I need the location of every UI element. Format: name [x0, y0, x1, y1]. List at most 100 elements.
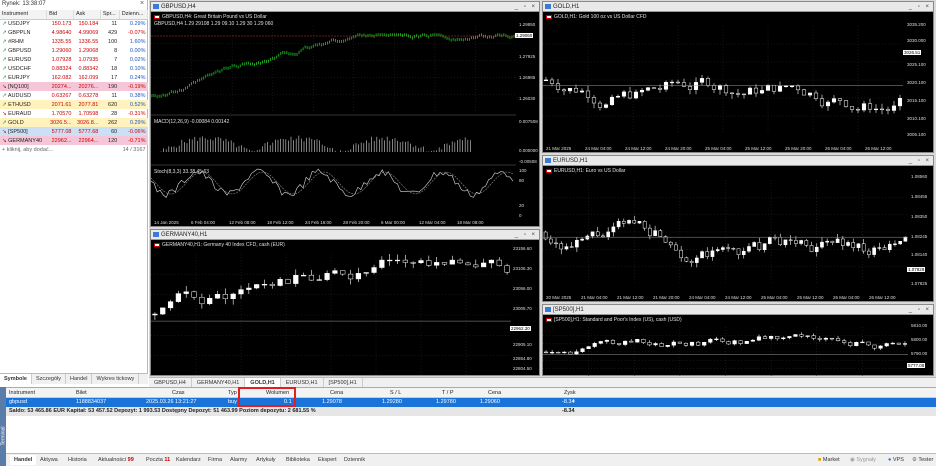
column-header-daily[interactable]: Dzienn...	[119, 10, 149, 20]
market-watch-row[interactable]: ↗ USDJPY 150.173 150.184 11 0.29%	[0, 19, 148, 28]
column-header-sl[interactable]: S / L	[390, 390, 401, 396]
window-buttons[interactable]: _ ▫ ×	[909, 305, 931, 315]
market-watch-row[interactable]: ↘ EURAUD 1.70570 1.70598 28 -0.31%	[0, 109, 148, 118]
tab-biblioteka[interactable]: Biblioteka	[282, 455, 314, 465]
column-header-current-price[interactable]: Cena	[488, 390, 501, 396]
chart-window-germany40[interactable]: GERMANY40,H1 _ ▫ × GERMANY40,H1: Germany …	[150, 229, 540, 376]
candle-body	[820, 241, 824, 248]
bid-price: 1.70570	[51, 110, 72, 117]
market-watch-row[interactable]: ↗ ETHUSD 2071.61 2077.81 620 0.52%	[0, 100, 148, 109]
chart-title-bar[interactable]: EURUSD,H1 _ ▫ ×	[543, 156, 933, 166]
gbpusd-plot[interactable]	[151, 12, 516, 217]
close-icon[interactable]: ×	[140, 0, 144, 7]
candle-body	[849, 106, 855, 110]
candle-body	[222, 294, 228, 299]
daily-change: 0.52%	[119, 100, 148, 109]
chart-window-sp500[interactable]: [SP500],H1 _ ▫ × [SP500],H1: Standard and…	[542, 304, 934, 377]
market-watch-row[interactable]: ↗ #RHM 1335.55 1336.55 100 1.60%	[0, 37, 148, 46]
market-watch-row[interactable]: ↘ GERMANY40 22962... 22964... 120 -0.71%	[0, 136, 148, 145]
tab-handel[interactable]: Handel	[66, 374, 93, 384]
vps-button[interactable]: ● VPS	[888, 457, 904, 463]
column-header-instrument[interactable]: Instrument	[9, 390, 35, 396]
chart-window-gold[interactable]: GOLD,H1 _ ▫ × GOLD,H1: Gold 100 oz vs US …	[542, 1, 934, 153]
eurusd-plot[interactable]	[543, 166, 908, 291]
tab-symbole[interactable]: Symbole	[0, 374, 32, 384]
chart-title-bar[interactable]: [SP500],H1 _ ▫ ×	[543, 305, 933, 315]
sp500-plot[interactable]	[543, 315, 908, 377]
tab-chart-gbpusd[interactable]: GBPUSD,H4	[149, 378, 192, 387]
bid-price: 2071.61	[46, 100, 74, 109]
candle-body	[835, 338, 841, 341]
candle-body	[872, 247, 876, 255]
tab-chart-eurusd[interactable]: EURUSD,H1	[281, 378, 324, 387]
column-header-instrument[interactable]: Instrument	[0, 10, 48, 20]
tab-wykres-tickowy[interactable]: Wykres tickowy	[92, 374, 140, 384]
market-watch-row[interactable]: ↗ GBPUSD 1.29060 1.29068 8 0.00%	[0, 46, 148, 55]
candle-body	[214, 294, 221, 299]
tab-historia[interactable]: Historia	[64, 455, 91, 465]
market-button[interactable]: ■ Market	[818, 457, 840, 463]
signals-button[interactable]: ◉ Sygnały	[850, 457, 876, 463]
chart-title-bar[interactable]: GBPUSD,H4 _ ▫ ×	[151, 2, 539, 12]
tab-aktywa[interactable]: Aktywa	[36, 455, 62, 465]
column-header-price[interactable]: Cena	[330, 390, 343, 396]
candle-body	[340, 270, 346, 275]
chart-title-bar[interactable]: GERMANY40,H1 _ ▫ ×	[151, 230, 539, 240]
germany40-plot[interactable]	[151, 240, 511, 376]
window-buttons[interactable]: _ ▫ ×	[515, 230, 537, 240]
signals-label: Sygnały	[856, 457, 876, 463]
tab-firma[interactable]: Firma	[204, 455, 226, 465]
market-watch-row[interactable]: ↗ AUDUSD 0.63267 0.63278 11 0.38%	[0, 91, 148, 100]
window-buttons[interactable]: _ ▫ ×	[909, 2, 931, 12]
market-watch-row[interactable]: ↗ USDCHF 0.88324 0.88342 18 0.10%	[0, 64, 148, 73]
tab-kalendarz[interactable]: Kalendarz	[172, 455, 205, 465]
candle-body	[778, 237, 783, 246]
daily-change: 0.29%	[119, 118, 148, 127]
window-buttons[interactable]: _ ▫ ×	[909, 156, 931, 166]
market-watch-row[interactable]: ↗ GOLD 3026.5... 3026.8... 262 0.29%	[0, 118, 148, 127]
window-buttons[interactable]: _ ▫ ×	[515, 2, 537, 12]
tab-poczta[interactable]: Poczta 11	[142, 455, 174, 465]
add-symbol-label[interactable]: + kliknij, aby dodać...	[0, 145, 100, 154]
y-tick: 0.007508	[519, 119, 538, 124]
market-watch-row[interactable]: ↗ GBPPLN 4.98640 4.99069 429 -0.07%	[0, 28, 148, 37]
market-watch-row[interactable]: ↘ [SP500] 5777.08 5777.68 60 -0.06%	[0, 127, 148, 136]
position-tp[interactable]: 1.29780	[436, 399, 456, 405]
tab-szczegoly[interactable]: Szczegóły	[32, 374, 67, 384]
position-row[interactable]: gbpusd 1188834037 2025.03.26 13:21:27 bu…	[6, 398, 936, 407]
tester-button[interactable]: ⚙ Tester	[912, 457, 933, 463]
tab-artykuly[interactable]: Artykuły	[252, 455, 280, 465]
tab-dziennik[interactable]: Dziennik	[340, 455, 369, 465]
tab-chart-gold[interactable]: GOLD,H1	[245, 378, 281, 387]
chart-window-gbpusd[interactable]: GBPUSD,H4 _ ▫ × GBPUSD,H4: Great Britain …	[150, 1, 540, 227]
tab-alarmy[interactable]: Alarmy	[226, 455, 251, 465]
candle-body	[723, 85, 729, 94]
market-watch-row[interactable]: ↗ EURJPY 162.082 162.099 17 0.24%	[0, 73, 148, 82]
tab-ekspert[interactable]: Ekspert	[314, 455, 341, 465]
market-watch-row[interactable]: ↗ EURUSD 1.07928 1.07935 7 0.02%	[0, 55, 148, 64]
tab-chart-sp500[interactable]: [SP500],H1	[324, 378, 363, 387]
x-tick: 24 Mar 04:00	[585, 146, 612, 151]
column-header-time[interactable]: Czas	[172, 390, 185, 396]
tab-chart-germany40[interactable]: GERMANY40,H1	[192, 378, 246, 387]
candle-body	[562, 351, 567, 354]
add-symbol-row[interactable]: + kliknij, aby dodać... 14 / 3167	[0, 145, 148, 154]
column-header-ask[interactable]: Ask	[73, 10, 101, 20]
column-header-tp[interactable]: T / P	[442, 390, 454, 396]
tab-aktualnosci[interactable]: Aktualności 99	[94, 455, 138, 465]
column-header-type[interactable]: Typ	[228, 390, 237, 396]
column-header-ticket[interactable]: Bilet	[76, 390, 87, 396]
position-sl[interactable]: 1.29280	[382, 399, 402, 405]
chart-title-bar[interactable]: GOLD,H1 _ ▫ ×	[543, 2, 933, 12]
close-position-icon[interactable]: ×	[572, 399, 575, 405]
column-header-bid[interactable]: Bid	[46, 10, 74, 20]
market-watch-row[interactable]: ↘ [NQ100] 20274... 20276... 190 -0.19%	[0, 82, 148, 91]
column-header-profit[interactable]: Zysk	[564, 390, 576, 396]
chart-window-eurusd[interactable]: EURUSD,H1 _ ▫ × EURUSD,H1: Euro vs US Dol…	[542, 155, 934, 302]
candle-body	[809, 245, 814, 252]
chart-icon	[545, 158, 551, 163]
column-header-spread[interactable]: Spr...	[100, 10, 120, 20]
gold-plot[interactable]	[543, 12, 903, 142]
tab-handel[interactable]: Handel	[10, 455, 37, 465]
candle-body	[757, 242, 762, 250]
